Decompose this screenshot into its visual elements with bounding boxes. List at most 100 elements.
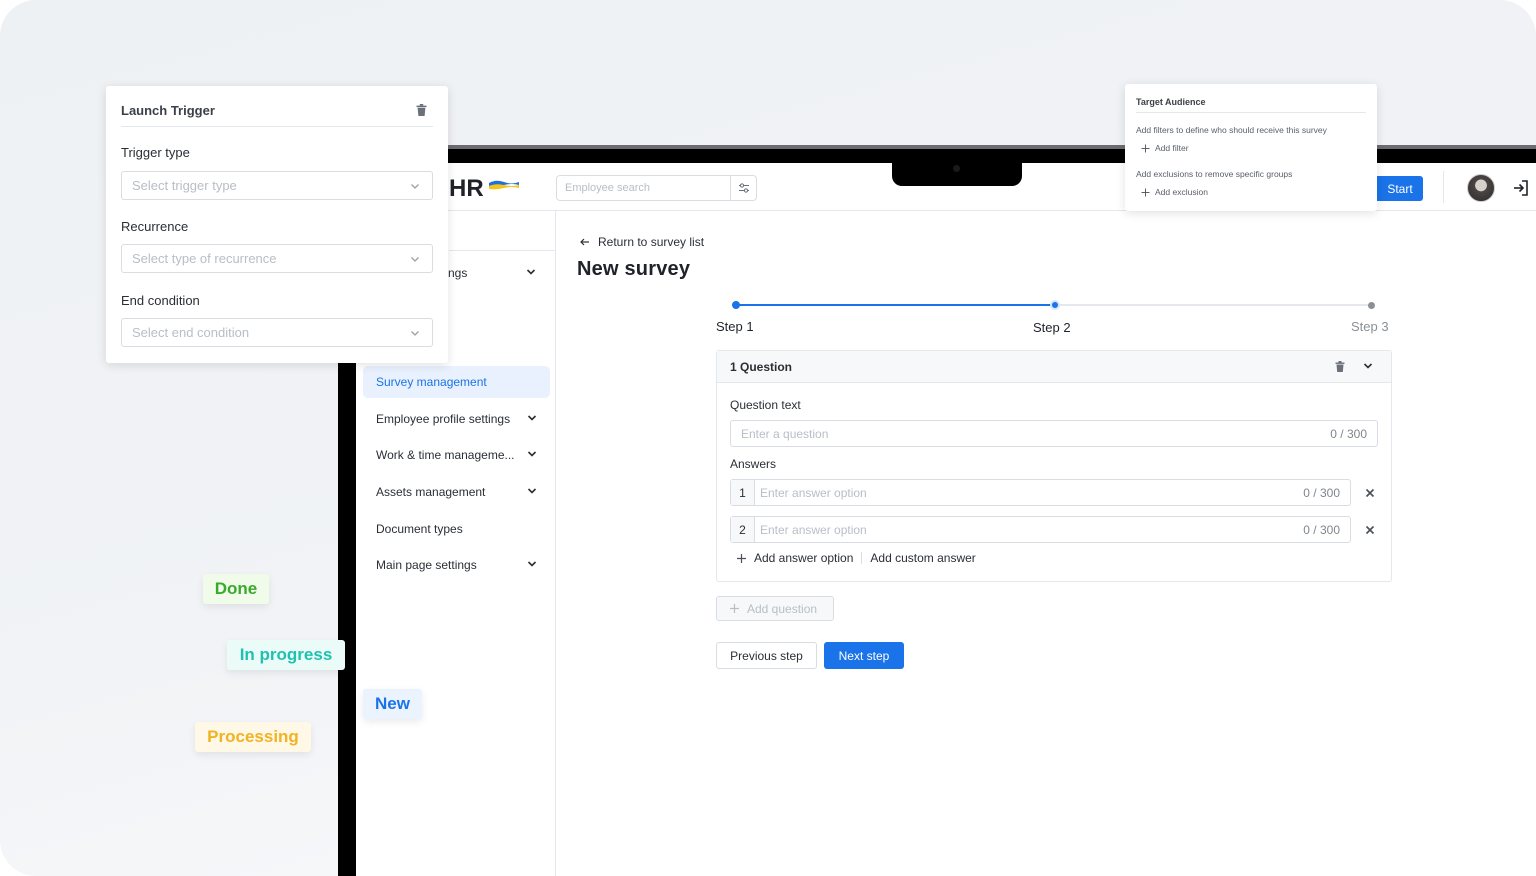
- status-tag-new: New: [363, 689, 422, 719]
- answer-option-input[interactable]: [760, 480, 1280, 505]
- recurrence-select[interactable]: Select type of recurrence: [121, 244, 433, 273]
- step-3-label[interactable]: Step 3: [1351, 319, 1389, 334]
- return-to-survey-list-link[interactable]: Return to survey list: [580, 235, 704, 249]
- close-icon[interactable]: [1365, 525, 1375, 535]
- step-3-dot: [1368, 302, 1375, 309]
- add-filter-label: Add filter: [1155, 143, 1189, 153]
- employee-search-input[interactable]: [557, 176, 727, 200]
- answer-option-input[interactable]: [760, 517, 1280, 542]
- divider: [861, 552, 863, 564]
- sidebar-item-document-types[interactable]: Document types: [363, 513, 550, 545]
- stepper-remaining-line: [1054, 304, 1372, 306]
- employee-search: [556, 175, 757, 201]
- recurrence-label: Recurrence: [121, 219, 189, 234]
- end-condition-select[interactable]: Select end condition: [121, 318, 433, 347]
- answer-number: 2: [731, 517, 755, 542]
- step-2-dot: [1050, 300, 1060, 310]
- flag-icon: [489, 180, 519, 190]
- user-avatar[interactable]: [1467, 174, 1495, 202]
- sidebar-item-label: Survey management: [376, 375, 487, 389]
- sidebar-item-label: Main page settings: [376, 558, 477, 572]
- chevron-down-icon: [411, 257, 419, 262]
- answer-char-counter: 0 / 300: [1303, 486, 1340, 500]
- page-title: New survey: [577, 258, 691, 280]
- add-custom-answer-button[interactable]: Add custom answer: [870, 551, 975, 565]
- question-text-field: 0 / 300: [730, 420, 1378, 447]
- status-tag-processing: Processing: [195, 722, 311, 752]
- add-exclusion-button[interactable]: Add exclusion: [1141, 187, 1208, 197]
- answer-option-1: 1 0 / 300: [730, 479, 1351, 506]
- trigger-type-label: Trigger type: [121, 145, 190, 160]
- arrow-left-icon: [580, 238, 589, 246]
- sidebar-item-label: Document types: [376, 522, 463, 536]
- trash-icon[interactable]: [416, 104, 427, 116]
- camera-notch: [892, 160, 1022, 186]
- trigger-type-select[interactable]: Select trigger type: [121, 171, 433, 200]
- status-tag-in-progress: In progress: [227, 640, 345, 670]
- trigger-type-placeholder: Select trigger type: [132, 178, 237, 193]
- return-link-label: Return to survey list: [598, 235, 705, 249]
- filters-description: Add filters to define who should receive…: [1136, 125, 1327, 135]
- sidebar-item-employee-profile-settings[interactable]: Employee profile settings: [363, 403, 550, 435]
- question-text-label: Question text: [730, 398, 801, 412]
- answer-char-counter: 0 / 300: [1303, 523, 1340, 537]
- step-2-label[interactable]: Step 2: [1033, 320, 1071, 335]
- question-char-counter: 0 / 300: [1330, 427, 1367, 441]
- end-condition-label: End condition: [121, 293, 200, 308]
- next-step-button[interactable]: Next step: [824, 642, 904, 669]
- exclusions-description: Add exclusions to remove specific groups: [1136, 169, 1293, 179]
- sidebar-item-assets-management[interactable]: Assets management: [363, 476, 550, 508]
- step-1-label[interactable]: Step 1: [716, 319, 754, 334]
- sidebar-item-settings-partial[interactable]: ngs: [448, 266, 467, 280]
- chevron-down-icon: [527, 451, 537, 457]
- status-tag-done: Done: [203, 574, 269, 604]
- step-1-dot: [732, 301, 740, 309]
- add-question-label: Add question: [747, 601, 818, 616]
- plus-icon: [1141, 188, 1150, 196]
- sidebar-divider: [449, 250, 556, 251]
- chevron-down-icon[interactable]: [1363, 362, 1373, 370]
- chevron-down-icon: [527, 488, 537, 494]
- close-icon[interactable]: [1365, 488, 1375, 498]
- question-card: 1 Question Question text 0 / 300 Answers…: [716, 350, 1392, 582]
- app-logo[interactable]: HR: [449, 175, 484, 203]
- sidebar-item-main-page-settings[interactable]: Main page settings: [363, 549, 550, 581]
- plus-icon: [737, 553, 746, 563]
- add-answer-option-button[interactable]: Add answer option: [754, 551, 853, 565]
- divider: [1136, 112, 1366, 113]
- header-divider: [1443, 171, 1444, 203]
- divider: [121, 126, 433, 127]
- end-condition-placeholder: Select end condition: [132, 325, 250, 340]
- add-exclusion-label: Add exclusion: [1155, 187, 1208, 197]
- chevron-down-icon: [527, 561, 537, 567]
- trash-icon[interactable]: [1335, 361, 1345, 372]
- question-card-title: 1 Question: [730, 360, 793, 374]
- answer-actions: Add answer option Add custom answer: [736, 551, 976, 565]
- sidebar-item-label: Work & time manageme...: [376, 448, 515, 462]
- question-text-input[interactable]: [731, 421, 1291, 446]
- sidebar-item-survey-management[interactable]: Survey management: [363, 366, 550, 398]
- previous-step-button[interactable]: Previous step: [716, 642, 817, 669]
- launch-trigger-panel: Launch Trigger Trigger type Select trigg…: [106, 86, 448, 363]
- logout-icon[interactable]: [1512, 179, 1530, 197]
- app-screen: HR Start ngs: [356, 163, 1536, 876]
- target-audience-title: Target Audience: [1136, 97, 1206, 107]
- question-card-header[interactable]: 1 Question: [717, 351, 1391, 383]
- chevron-down-icon: [527, 415, 537, 421]
- sliders-icon: [738, 183, 749, 193]
- recurrence-placeholder: Select type of recurrence: [132, 251, 277, 266]
- start-button[interactable]: Start: [1373, 176, 1423, 201]
- add-question-button[interactable]: Add question: [716, 596, 834, 621]
- target-audience-panel: Target Audience Add filters to define wh…: [1125, 84, 1377, 211]
- sidebar-item-label: Employee profile settings: [376, 412, 511, 426]
- chevron-down-icon: [411, 184, 419, 189]
- answer-number: 1: [731, 480, 755, 505]
- answers-label: Answers: [730, 457, 777, 471]
- stepper-progress-line: [736, 304, 1054, 306]
- chevron-down-icon: [526, 269, 536, 275]
- search-filter-button[interactable]: [730, 176, 756, 200]
- sidebar-item-work-time-management[interactable]: Work & time manageme...: [363, 439, 550, 471]
- plus-icon: [1141, 144, 1150, 152]
- launch-trigger-title: Launch Trigger: [121, 103, 215, 118]
- add-filter-button[interactable]: Add filter: [1141, 143, 1189, 153]
